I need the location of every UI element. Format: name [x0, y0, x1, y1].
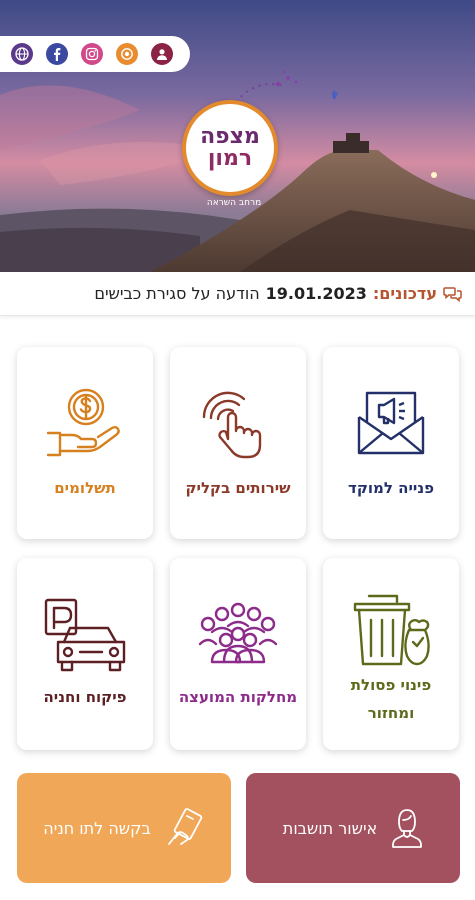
tile-label: פנייה למוקד [348, 479, 434, 497]
people-group-icon [198, 602, 278, 664]
chat-bubbles-icon [443, 286, 462, 302]
envelope-megaphone-icon [357, 391, 425, 455]
tile-label: פיקוח וחניה [43, 688, 127, 706]
residency-confirmation-button[interactable]: אישור תושבות [246, 773, 460, 883]
tile-label-line-1: פינוי פסולת [350, 676, 432, 694]
updates-label: עדכונים: [372, 284, 437, 303]
tile-payments[interactable]: תשלומים [17, 347, 153, 539]
logo-tagline: מרחב השראה [206, 198, 262, 208]
tile-waste-recycling[interactable]: פינוי פסולת ומחזור [323, 558, 459, 750]
tile-council-departments[interactable]: מחלקות המועצה [170, 558, 306, 750]
woman-person-icon [392, 809, 423, 848]
updates-ticker[interactable]: עדכונים: 19.01.2023 הודעה על סגירת כבישי… [0, 272, 475, 316]
parking-permit-button-label: בקשה לתו חניה [43, 818, 151, 838]
tile-label: תשלומים [54, 479, 116, 497]
tile-click-services[interactable]: שירותים בקליק [170, 347, 306, 539]
tile-call-center[interactable]: פנייה למוקד [323, 347, 459, 539]
logo-line-1: מצפה [200, 124, 260, 149]
ring-icon[interactable] [116, 43, 139, 65]
trash-bin-icon [353, 594, 430, 666]
tile-label-line-2: ומחזור [367, 704, 415, 722]
parking-permit-request-button[interactable]: בקשה לתו חניה [17, 773, 231, 883]
update-text[interactable]: הודעה על סגירת כבישים [94, 284, 259, 303]
touch-hand-icon [202, 391, 262, 459]
logo-line-2: רמון [207, 146, 253, 171]
user-icon[interactable] [151, 43, 174, 65]
parking-car-icon [44, 598, 126, 672]
facebook-icon[interactable] [45, 43, 68, 65]
social-links-bar [0, 36, 190, 72]
tile-label: שירותים בקליק [185, 479, 291, 497]
hero-banner: מצפה רמון מרחב השראה [0, 0, 475, 272]
instagram-icon[interactable] [80, 43, 103, 65]
residency-button-label: אישור תושבות [282, 818, 378, 838]
globe-icon[interactable] [10, 43, 33, 65]
town-logo: מצפה רמון מרחב השראה [176, 70, 338, 208]
hand-card-icon [167, 808, 202, 845]
dollar-coin-hand-icon [46, 388, 120, 457]
tile-label: מחלקות המועצה [178, 688, 298, 706]
tile-parking-enforcement[interactable]: פיקוח וחניה [17, 558, 153, 750]
update-date: 19.01.2023 [265, 284, 367, 303]
